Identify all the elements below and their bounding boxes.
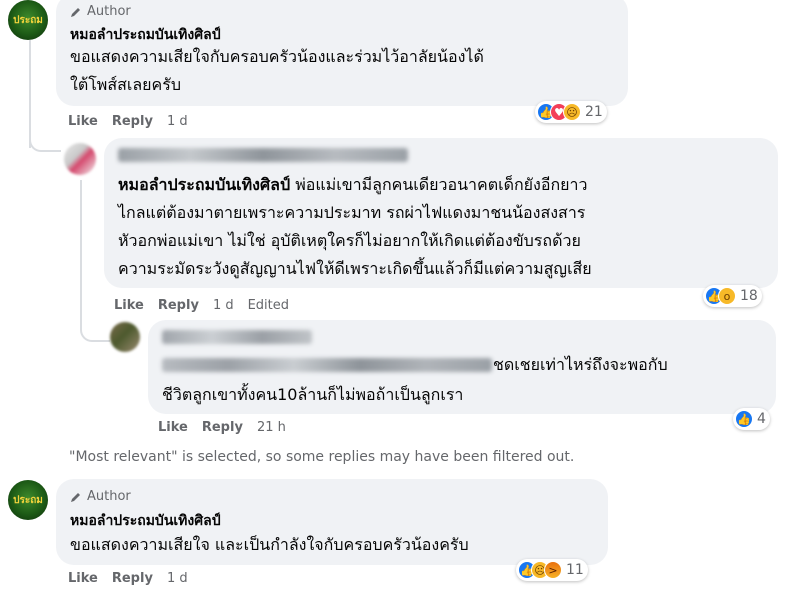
like-icon: 👍 (735, 410, 753, 428)
avatar[interactable]: ประถม (8, 480, 48, 520)
avatar[interactable]: ประถม (8, 0, 48, 40)
edited-label[interactable]: Edited (248, 298, 289, 313)
comment-actions: Like Reply 1 d Edited (114, 298, 289, 313)
comment-text-line: ชดเชยเท่าไหร่ถึงจะพอกับ (493, 355, 668, 374)
reaction-summary[interactable]: 👍 o 18 (703, 285, 762, 307)
timestamp[interactable]: 1 d (213, 298, 234, 313)
wow-icon: o (718, 287, 736, 305)
reply-button[interactable]: Reply (112, 114, 153, 129)
timestamp[interactable]: 21 h (257, 420, 286, 435)
angry-icon: > (544, 561, 562, 579)
author-label: Author (87, 489, 131, 504)
commenter-name[interactable]: หมอลำประถมบันเทิงศิลป์ (70, 510, 221, 532)
comment-bubble: ชดเชยเท่าไหร่ถึงจะพอกับ ชีวิตลูกเขาทั้งค… (148, 320, 776, 414)
comment-text-line: ไกลแต่ต้องมาตายเพราะความประมาท รถผ่าไฟแด… (118, 203, 586, 222)
comment-text-line: ขอแสดงความเสียใจกับครอบครัวน้องและร่วมไว… (70, 47, 484, 66)
timestamp[interactable]: 1 d (167, 571, 188, 586)
comment-text-line: พ่อแม่เขามีลูกคนเดียวอนาคตเด็กยังอีกยาว (295, 175, 588, 194)
reaction-summary[interactable]: 👍 ♥ ☹ 21 (535, 101, 607, 123)
redacted-text (162, 358, 492, 372)
avatar-logo-text: ประถม (13, 14, 43, 26)
pen-icon (71, 7, 80, 17)
avatar[interactable] (64, 143, 96, 175)
reaction-count: 11 (566, 562, 584, 578)
redacted-name (118, 148, 408, 162)
like-button[interactable]: Like (68, 114, 98, 129)
reply-button[interactable]: Reply (112, 571, 153, 586)
reaction-summary[interactable]: 👍 4 (733, 408, 770, 430)
like-button[interactable]: Like (68, 571, 98, 586)
tagged-name[interactable]: หมอลำประถมบันเทิงศิลป์ (118, 175, 290, 194)
comment-bubble: หมอลำประถมบันเทิงศิลป์ พ่อแม่เขามีลูกคนเ… (104, 138, 778, 288)
thread-connector (29, 128, 61, 152)
avatar-logo-text: ประถม (13, 494, 43, 506)
thread-line (80, 180, 82, 320)
comment-text-line: ขอแสดงความเสียใจ และเป็นกำลังใจกับครอบคร… (70, 535, 469, 554)
reaction-count: 4 (757, 411, 766, 427)
comment-actions: Like Reply 1 d (68, 114, 188, 129)
redacted-name (162, 330, 312, 344)
author-badge: Author (70, 4, 131, 19)
reaction-count: 18 (740, 288, 758, 304)
comment-actions: Like Reply 1 d (68, 571, 188, 586)
timestamp[interactable]: 1 d (167, 114, 188, 129)
pen-icon (71, 492, 80, 502)
comment-text-line: หัวอกพ่อแม่เขา ไม่ใช่ อุบัติเหตุใครก็ไม่… (118, 231, 581, 250)
author-badge: Author (70, 489, 131, 504)
comment-text-line: ใต้โพส์สเลยครับ (70, 75, 181, 94)
reply-button[interactable]: Reply (158, 298, 199, 313)
filter-notice: "Most relevant" is selected, so some rep… (69, 449, 575, 465)
comment-bubble: Author หมอลำประถมบันเทิงศิลป์ ขอแสดงความ… (56, 0, 628, 106)
comment-text-line: ชีวิตลูกเขาทั้งคน10ล้านก็ไม่พอถ้าเป็นลูก… (162, 385, 464, 404)
reply-button[interactable]: Reply (202, 420, 243, 435)
reaction-summary[interactable]: 👍 ☹ > 11 (516, 559, 588, 581)
sad-icon: ☹ (563, 103, 581, 121)
thread-connector (80, 318, 110, 342)
like-button[interactable]: Like (114, 298, 144, 313)
comment-first-line: หมอลำประถมบันเทิงศิลป์ พ่อแม่เขามีลูกคนเ… (118, 172, 588, 198)
avatar[interactable] (110, 322, 140, 352)
reaction-count: 21 (585, 104, 603, 120)
comment-actions: Like Reply 21 h (158, 420, 286, 435)
like-button[interactable]: Like (158, 420, 188, 435)
comment-bubble: Author หมอลำประถมบันเทิงศิลป์ ขอแสดงความ… (56, 479, 608, 565)
commenter-name[interactable]: หมอลำประถมบันเทิงศิลป์ (70, 24, 221, 46)
author-label: Author (87, 4, 131, 19)
comment-text-line: ความระมัดระวังดูสัญญานไฟให้ดีเพราะเกิดขึ… (118, 259, 592, 278)
